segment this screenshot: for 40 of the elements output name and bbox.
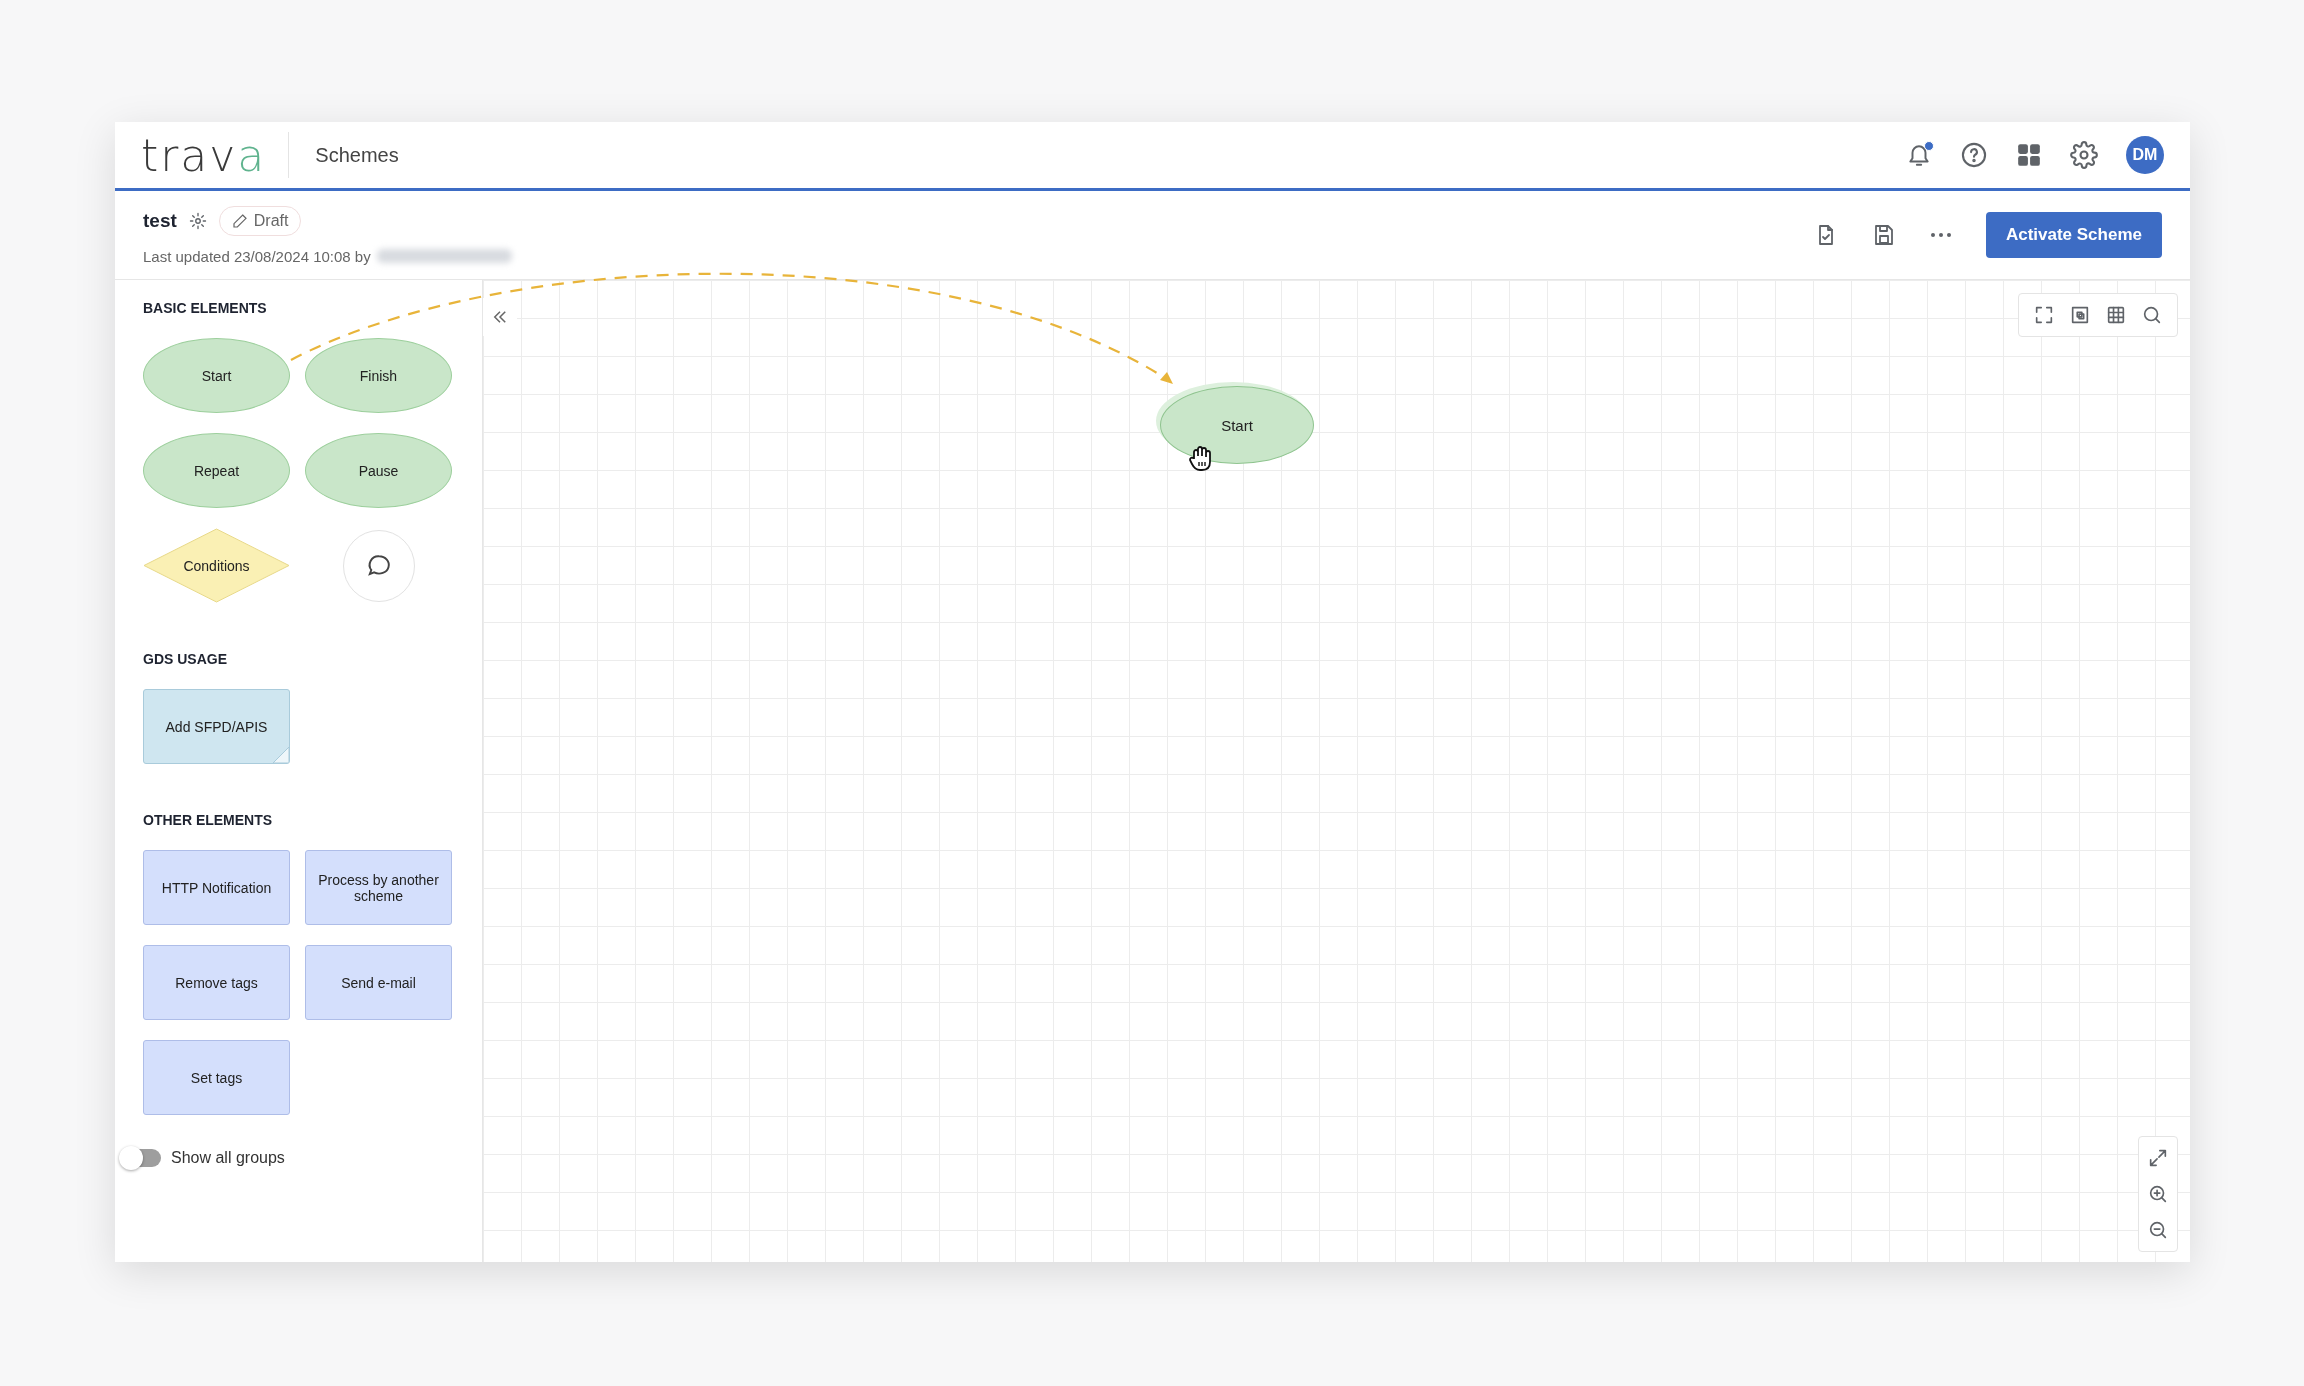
- double-chevron-icon: [491, 308, 509, 326]
- search-icon[interactable]: [2141, 304, 2163, 326]
- toggle-label: Show all groups: [171, 1149, 285, 1167]
- zoom-out-icon[interactable]: [2147, 1219, 2169, 1241]
- app-logo[interactable]: trava: [141, 129, 267, 181]
- action-block[interactable]: Send e-mail: [305, 945, 452, 1020]
- scheme-name: test: [143, 209, 177, 232]
- page-title: Schemes: [315, 143, 399, 167]
- condition-shape[interactable]: Conditions: [143, 528, 290, 603]
- action-block[interactable]: HTTP Notification: [143, 850, 290, 925]
- settings-icon[interactable]: [2070, 141, 2098, 169]
- toggle-switch[interactable]: [121, 1149, 161, 1167]
- notification-icon[interactable]: [1906, 142, 1932, 168]
- status-chip[interactable]: Draft: [218, 205, 302, 236]
- action-block[interactable]: Set tags: [143, 1040, 290, 1115]
- minimap-icon[interactable]: [2069, 304, 2091, 326]
- comment-icon: [365, 552, 392, 579]
- pencil-icon: [231, 212, 248, 229]
- help-icon[interactable]: [1960, 141, 1988, 169]
- start-shape[interactable]: Start: [143, 338, 290, 413]
- section-heading: OTHER ELEMENTS: [143, 812, 274, 828]
- action-block[interactable]: Add SFPD/APIS: [143, 689, 290, 764]
- start-shape[interactable]: Finish: [305, 338, 452, 413]
- page-fold-icon: [273, 747, 289, 763]
- action-block[interactable]: Remove tags: [143, 945, 290, 1020]
- section-heading: GDS USAGE: [143, 651, 228, 667]
- start-shape[interactable]: Repeat: [143, 433, 290, 508]
- settings-icon[interactable]: [188, 211, 207, 230]
- expand-icon[interactable]: [2147, 1147, 2169, 1169]
- zoom-in-icon[interactable]: [2147, 1183, 2169, 1205]
- grid-icon[interactable]: [2105, 304, 2127, 326]
- start-shape[interactable]: Pause: [305, 433, 452, 508]
- activate-button[interactable]: Activate Scheme: [1985, 212, 2162, 258]
- section-heading: BASIC ELEMENTS: [143, 300, 268, 316]
- user-avatar[interactable]: DM: [2126, 136, 2164, 174]
- more-icon[interactable]: [1929, 232, 1952, 238]
- last-updated-text: Last updated 23/08/2024 10:08 by: [143, 247, 371, 265]
- fullscreen-icon[interactable]: [2033, 304, 2055, 326]
- apps-grid-icon[interactable]: [2016, 142, 2042, 168]
- action-block[interactable]: Process by another scheme: [305, 850, 452, 925]
